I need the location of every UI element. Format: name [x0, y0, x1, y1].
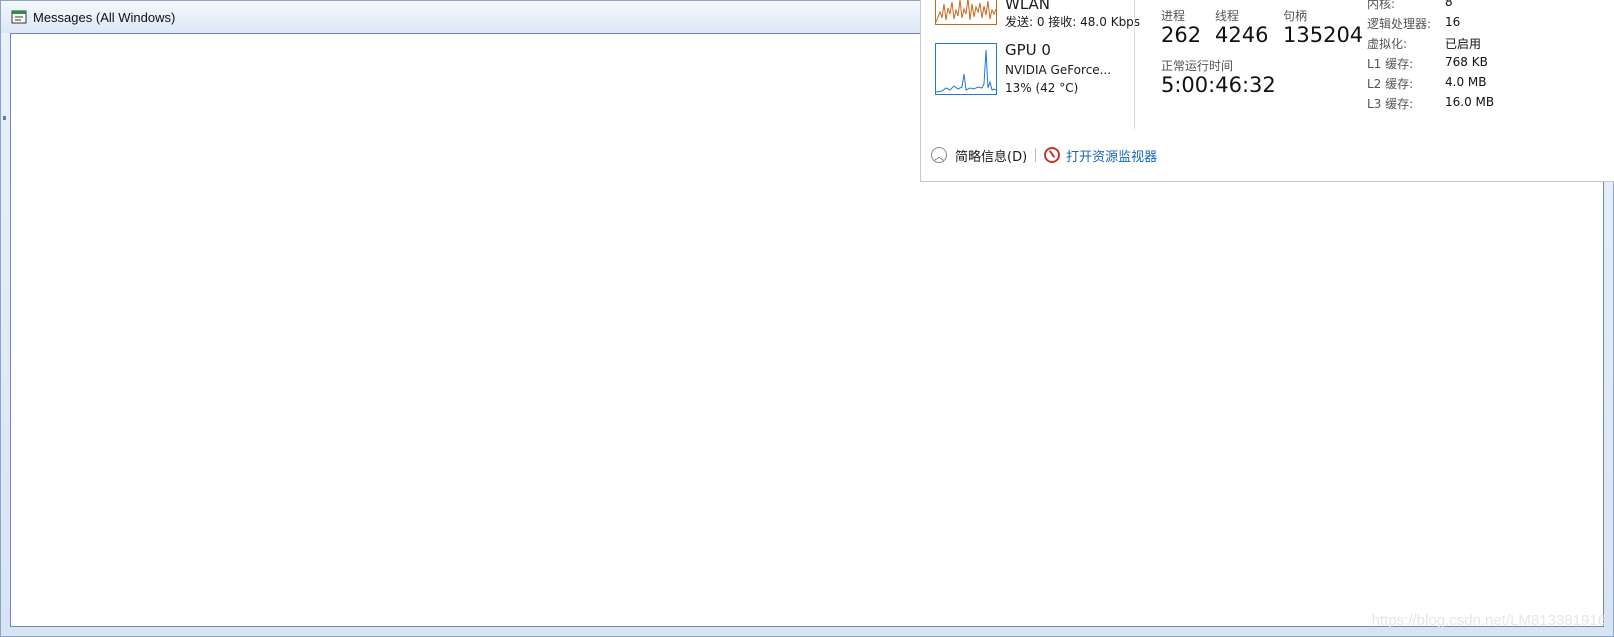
task-manager-footer: ︿ 简略信息(D) 打开资源监视器 [921, 137, 1614, 173]
handle-value: 135204 [1283, 23, 1364, 47]
gpu-usage: 13% (42 °C) [1005, 81, 1079, 95]
l3-cache-value: 16.0 MB [1445, 95, 1495, 109]
wlan-graph-thumbnail [935, 0, 997, 25]
spy-messages-icon [11, 10, 27, 24]
l2-cache-label: L2 缓存: [1367, 77, 1414, 91]
window-title: Messages (All Windows) [33, 9, 176, 25]
uptime-value: 5:00:46:32 [1161, 73, 1276, 97]
sidebar-item-gpu0[interactable]: GPU 0 NVIDIA GeForce... 13% (42 °C) [935, 41, 1135, 103]
gpu-name: GPU 0 [1005, 41, 1051, 59]
wlan-throughput: 发送: 0 接收: 48.0 Kbps [1005, 15, 1141, 29]
task-manager-performance-panel: WLAN 发送: 0 接收: 48.0 Kbps GPU 0 NVIDIA Ge… [920, 0, 1614, 182]
handle-label: 句柄 [1283, 9, 1308, 23]
process-value: 262 [1161, 23, 1202, 47]
performance-sidebar: WLAN 发送: 0 接收: 48.0 Kbps GPU 0 NVIDIA Ge… [921, 0, 1140, 129]
cores-label: 内核: [1367, 0, 1396, 11]
l2-cache-value: 4.0 MB [1445, 75, 1487, 89]
l1-cache-label: L1 缓存: [1367, 57, 1414, 71]
logical-processors-value: 16 [1445, 15, 1461, 29]
watermark-text: https://blog.csdn.net/LM813381916 [1371, 612, 1606, 629]
cores-value: 8 [1445, 0, 1453, 9]
gpu-graph-thumbnail [935, 43, 997, 95]
l3-cache-label: L3 缓存: [1367, 97, 1414, 111]
footer-separator [1035, 148, 1037, 162]
uptime-label: 正常运行时间 [1161, 59, 1234, 73]
virtualization-label: 虚拟化: [1367, 37, 1408, 51]
thread-value: 4246 [1215, 23, 1269, 47]
l1-cache-value: 768 KB [1445, 55, 1488, 69]
thread-label: 线程 [1215, 9, 1240, 23]
gpu-model: NVIDIA GeForce... [1005, 63, 1112, 77]
resource-monitor-icon[interactable] [1044, 147, 1061, 163]
wlan-name: WLAN [1005, 0, 1051, 13]
chevron-up-icon[interactable]: ︿ [931, 147, 947, 163]
fewer-details-button[interactable]: 简略信息(D) [955, 146, 1027, 165]
resize-grip[interactable] [3, 116, 6, 120]
sidebar-item-wlan[interactable]: WLAN 发送: 0 接收: 48.0 Kbps [935, 0, 1140, 33]
open-resource-monitor-link[interactable]: 打开资源监视器 [1066, 146, 1157, 165]
logical-processors-label: 逻辑处理器: [1367, 17, 1432, 31]
sidebar-divider [1134, 0, 1135, 129]
process-label: 进程 [1161, 9, 1186, 23]
virtualization-value: 已启用 [1445, 37, 1482, 51]
